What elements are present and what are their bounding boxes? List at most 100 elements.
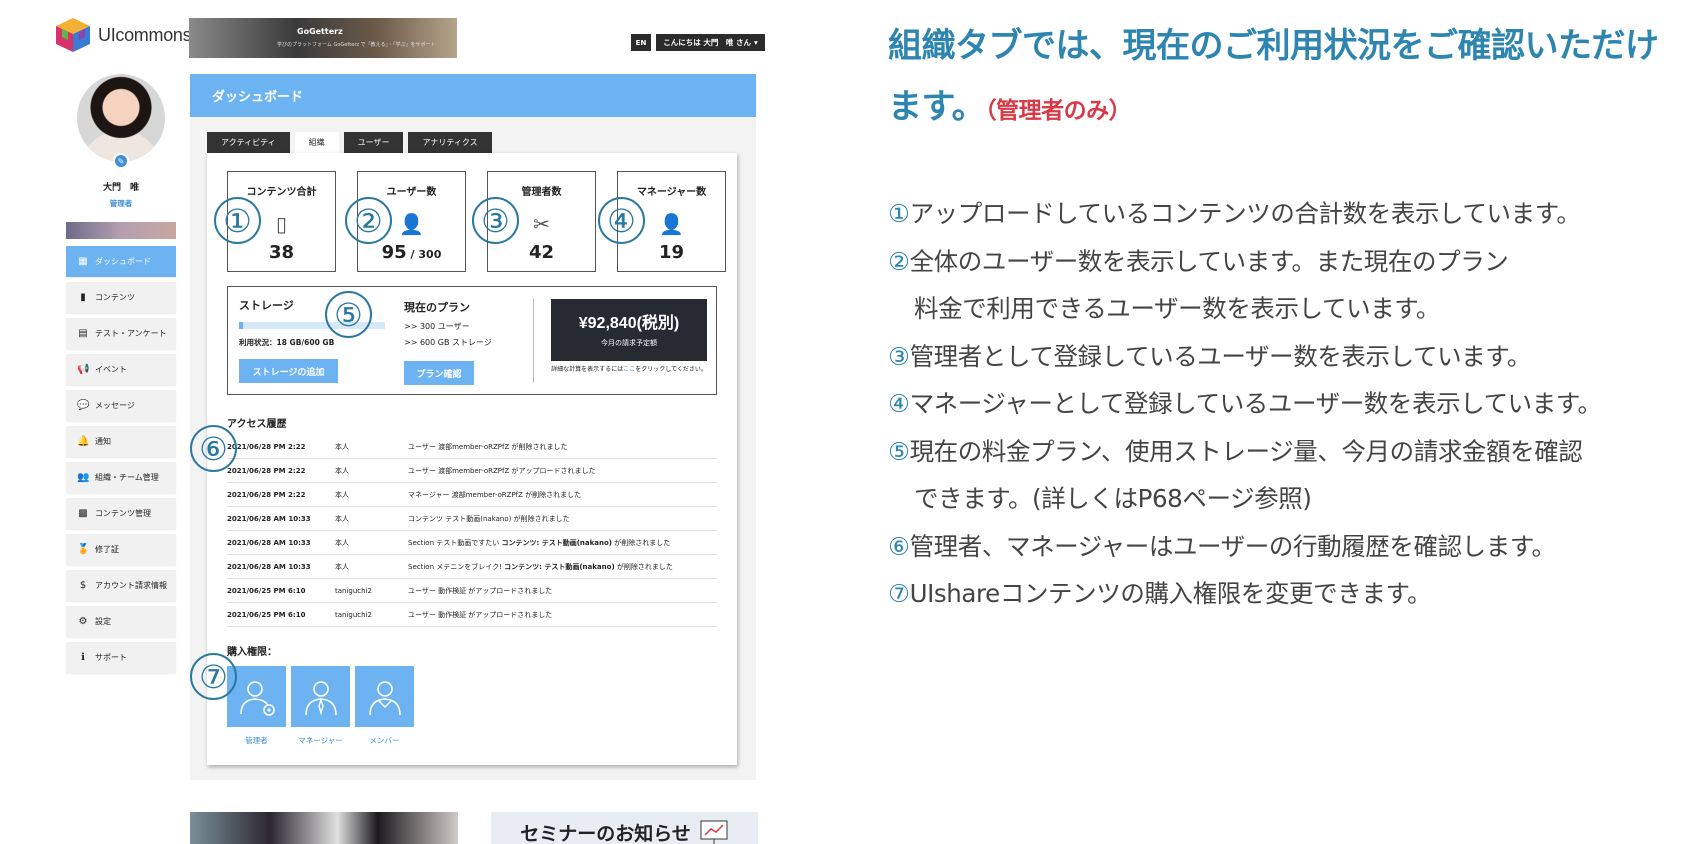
sidebar-item-label: ダッシュボード (95, 257, 151, 266)
logo-cube-icon (56, 18, 90, 52)
user-menu-button[interactable]: こんにちは 大門 唯 さん ▾ (656, 34, 765, 51)
logo-text: UIcommons (98, 24, 192, 45)
stat-max: / 300 (406, 248, 442, 261)
log-user: 本人 (335, 515, 349, 523)
sidebar-item-label: テスト・アンケート (95, 329, 167, 338)
explanation-item: ⑤現在の料金プラン、使用ストレージ量、今月の請求金額を確認 (888, 428, 1688, 476)
explanation-text: 管理者として登録しているユーザー数を表示しています。 (909, 341, 1532, 371)
avatar (77, 74, 165, 162)
log-date: 2021/06/28 AM 10:33 (227, 515, 311, 523)
stat-title: マネージャー数 (636, 187, 707, 198)
log-message-after: が削除されました (611, 539, 671, 547)
purchase-permission-title: 購入権限： (227, 647, 277, 658)
sidebar-item-label: アカウント請求情報 (95, 581, 167, 590)
admin-role-icon (239, 680, 275, 716)
seminar-banner[interactable]: セミナーのお知らせ (491, 812, 758, 844)
stat-title: コンテンツ合計 (246, 187, 317, 198)
log-user: 本人 (335, 563, 349, 571)
sidebar-item-settings[interactable]: ⚙ 設定 (66, 606, 176, 637)
log-user: 本人 (335, 539, 349, 547)
sidebar-item-label: サポート (95, 653, 127, 662)
table-row: 2021/06/28 PM 2:22 本人 ユーザー 渡部member-oRZPfZ… (227, 460, 717, 483)
plan-users-line: >> 300 ユーザー (404, 322, 470, 331)
log-message-text: ユーザー 動作検証 がアップロードされました (408, 611, 553, 619)
role-manager-tile[interactable] (291, 666, 350, 727)
edit-avatar-icon[interactable]: ✎ (113, 153, 129, 169)
sidebar-nav: ▦ ダッシュボード ▮ コンテンツ ▤ テスト・アンケート 📢 イベント 💬 メッセージ … (66, 246, 176, 678)
billing-icon: $ (79, 580, 87, 591)
log-message-text: Section テスト動画ですたい (408, 539, 502, 547)
role-admin-label: 管理者 (245, 736, 268, 745)
explanation-text: マネージャーとして登録しているユーザー数を表示しています。 (909, 389, 1602, 418)
bill-label: 今月の請求予定額 (601, 339, 657, 347)
stat-value: 38 (268, 242, 295, 263)
log-message-bold: コンテンツ: テスト動画(nakano) (501, 539, 612, 547)
sidebar-item-dashboard[interactable]: ▦ ダッシュボード (66, 246, 176, 277)
top-ad-banner[interactable]: GoGetterz 学びのプラットフォーム GoGetterz で「教える」・「… (189, 18, 457, 58)
explanation-text-continued: できます。(詳しくはP68ページ参照) (914, 484, 1312, 513)
log-user: 本人 (335, 467, 349, 475)
bottom-ad-banner[interactable] (190, 812, 458, 844)
bill-note: 詳細な計算を表示するにはここをクリックしてください。 (551, 366, 707, 374)
log-message: ユーザー 渡部member-oRZPfZ が削除されました (408, 442, 568, 452)
add-storage-button[interactable]: ストレージの追加 (239, 359, 338, 383)
log-message: コンテンツ テスト動画(nakano) が削除されました (408, 514, 570, 524)
callout-marker-4: ④ (598, 197, 645, 244)
log-date: 2021/06/28 PM 2:22 (227, 491, 306, 499)
storage-progress-fill (239, 322, 244, 329)
bill-detail-link[interactable]: ここ (623, 366, 635, 373)
team-icon: 👥 (77, 472, 90, 483)
survey-icon: ▤ (78, 328, 88, 339)
log-user: 本人 (335, 443, 349, 451)
sidebar-item-notifications[interactable]: 🔔 通知 (66, 426, 176, 457)
explanation-text: アップロードしているコンテンツの合計数を表示しています。 (909, 199, 1581, 228)
sidebar-item-label: コンテンツ管理 (95, 509, 151, 518)
plan-title: 現在のプラン (404, 301, 470, 314)
callout-marker-5: ⑤ (325, 291, 372, 338)
dashboard-icon: ▦ (78, 256, 88, 267)
sidebar-item-tests[interactable]: ▤ テスト・アンケート (66, 318, 176, 349)
check-plan-button[interactable]: プラン確認 (404, 361, 474, 385)
sidebar-item-contents[interactable]: ▮ コンテンツ (66, 282, 176, 313)
dashboard-panel: ダッシュボード アクティビティ 組織 ユーザー アナリティクス コンテンツ合計 … (190, 74, 756, 780)
callout-marker-1: ① (214, 197, 261, 244)
app-logo[interactable]: UIcommons (52, 16, 192, 54)
plan-summary-box: ストレージ 利用状況：18 GB/600 GB ストレージの追加 現在のプラン … (227, 286, 717, 395)
sidebar-item-organization[interactable]: 👥 組織・チーム管理 (66, 462, 176, 493)
callout-marker-7: ⑦ (190, 653, 237, 700)
log-message-text: ユーザー 動作検証 がアップロードされました (408, 587, 553, 595)
sidebar-item-support[interactable]: ℹ サポート (66, 642, 176, 673)
explanation-number: ④ (888, 389, 910, 418)
medal-icon: 🏅 (77, 544, 90, 555)
role-manager-label: マネージャー (298, 736, 343, 745)
sidebar-item-content-management[interactable]: ▩ コンテンツ管理 (66, 498, 176, 529)
tab-organization[interactable]: 組織 (294, 132, 339, 153)
tab-activity[interactable]: アクティビティ (207, 132, 290, 153)
table-row: 2021/06/28 AM 10:33 本人 Section メテニンをブレイク! … (227, 556, 717, 579)
log-message: ユーザー 動作検証 がアップロードされました (408, 586, 552, 596)
explanation-text: 管理者、マネージャーはユーザーの行動履歴を確認します。 (909, 531, 1556, 561)
stat-title: 管理者数 (521, 187, 562, 198)
stat-title: ユーザー数 (386, 187, 437, 198)
tab-analytics[interactable]: アナリティクス (408, 132, 492, 153)
sidebar-item-certificates[interactable]: 🏅 修了証 (66, 534, 176, 565)
sidebar-item-events[interactable]: 📢 イベント (66, 354, 176, 385)
explanation-number: ② (888, 246, 910, 276)
sidebar-item-label: メッセージ (95, 401, 135, 410)
sidebar-ad-banner[interactable] (66, 222, 176, 239)
language-button[interactable]: EN (631, 34, 651, 51)
bell-icon: 🔔 (77, 436, 90, 447)
log-date: 2021/06/25 PM 6:10 (227, 611, 306, 619)
tab-users[interactable]: ユーザー (343, 132, 404, 153)
seminar-banner-text: セミナーのお知らせ (520, 822, 691, 844)
role-member-tile[interactable] (355, 666, 414, 727)
table-row: 2021/06/28 PM 2:22 本人 マネージャー 渡部member-oRZP… (227, 484, 717, 507)
banner-title: GoGetterz (297, 27, 343, 36)
bill-amount: ¥92,840(税別) (578, 315, 680, 332)
sidebar-item-billing[interactable]: $ アカウント請求情報 (66, 570, 176, 601)
explanation-item: ②全体のユーザー数を表示しています。また現在のプラン (888, 238, 1688, 286)
log-message-text: マネージャー 渡部member-oRZPfZ が削除されました (408, 491, 582, 499)
member-role-icon (368, 680, 401, 715)
sidebar-item-messages[interactable]: 💬 メッセージ (66, 390, 176, 421)
explanation-number: ③ (888, 341, 910, 371)
